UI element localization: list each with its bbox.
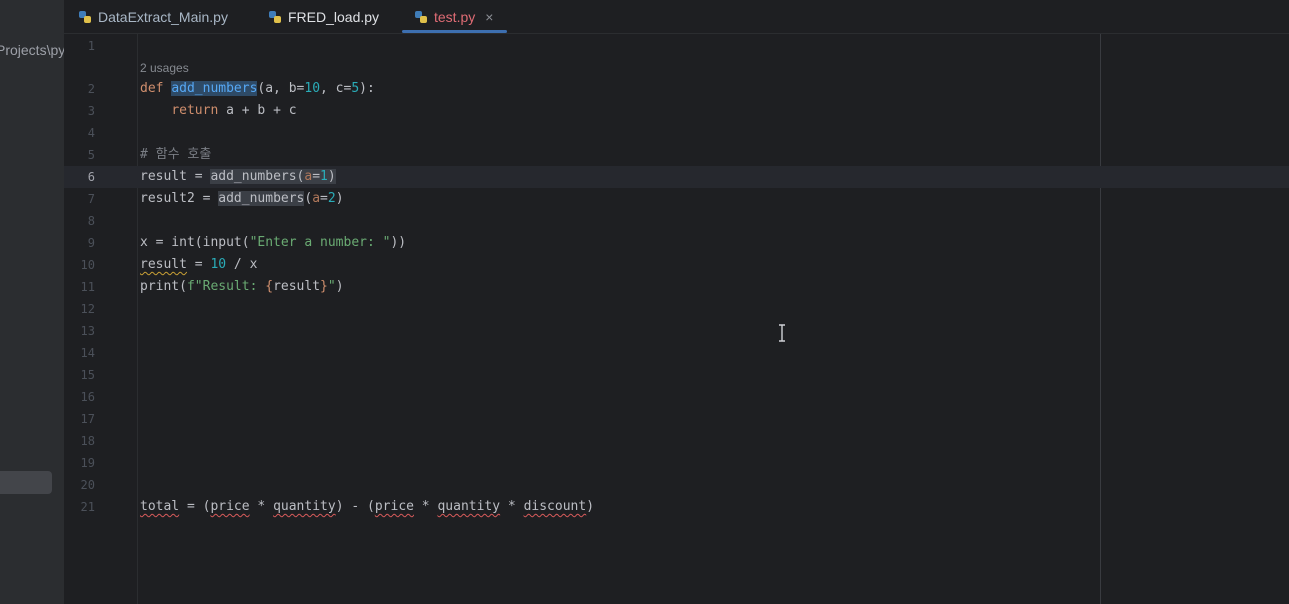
code-line[interactable]: 2 def add_numbers(a, b=10, c=5): <box>64 78 1289 100</box>
code-line[interactable]: 7 result2 = add_numbers(a=2) <box>64 188 1289 210</box>
line-number: 3 <box>87 104 95 118</box>
python-file-icon <box>415 10 427 23</box>
line-number: 6 <box>87 170 95 184</box>
line-number: 20 <box>80 478 95 492</box>
text-cursor-icon <box>779 324 785 342</box>
code-line[interactable]: 12 <box>64 298 1289 320</box>
code-line[interactable]: 15 <box>64 364 1289 386</box>
line-number: 19 <box>80 456 95 470</box>
line-number: 18 <box>80 434 95 448</box>
python-file-icon <box>269 10 281 23</box>
line-number: 17 <box>80 412 95 426</box>
usages-hint[interactable]: 2 usages <box>140 61 189 75</box>
line-number: 1 <box>87 39 95 53</box>
editor-tab-bar: DataExtract_Main.py FRED_load.py test.py… <box>64 0 1289 34</box>
python-file-icon <box>79 10 91 23</box>
code-line[interactable]: 10 result = 10 / x <box>64 254 1289 276</box>
line-number: 9 <box>87 236 95 250</box>
tab-fred-load[interactable]: FRED_load.py <box>268 0 379 33</box>
code-line[interactable]: 4 <box>64 122 1289 144</box>
tab-label: DataExtract_Main.py <box>98 8 228 25</box>
line-number: 16 <box>80 390 95 404</box>
code-comment: # 함수 호출 <box>140 147 212 162</box>
tab-label: FRED_load.py <box>288 8 380 25</box>
code-line[interactable]: 11 print(f"Result: {result}") <box>64 276 1289 298</box>
code-line[interactable]: 19 <box>64 452 1289 474</box>
code-line[interactable]: 1 <box>64 35 1289 57</box>
code-line[interactable]: 9 x = int(input("Enter a number: ")) <box>64 232 1289 254</box>
code-line[interactable]: 18 <box>64 430 1289 452</box>
tab-dataextract-main[interactable]: DataExtract_Main.py <box>78 0 228 33</box>
line-number: 13 <box>80 324 95 338</box>
code-line[interactable]: 5 # 함수 호출 <box>64 144 1289 166</box>
code-line-current[interactable]: 6 result = add_numbers(a=1) <box>64 166 1289 188</box>
function-call: add_numbers <box>210 169 297 184</box>
line-number: 2 <box>87 82 95 96</box>
code-line[interactable]: 13 <box>64 320 1289 342</box>
sidebar-selected-item[interactable] <box>0 471 52 494</box>
line-number: 5 <box>87 148 95 162</box>
tab-test-py[interactable]: test.py × <box>401 0 508 33</box>
line-number: 12 <box>80 302 95 316</box>
code-line[interactable]: 8 <box>64 210 1289 232</box>
line-number: 15 <box>80 368 95 382</box>
line-number: 4 <box>87 126 95 140</box>
line-number: 14 <box>80 346 95 360</box>
project-path: Projects\py <box>0 42 64 58</box>
line-number: 8 <box>87 214 95 228</box>
code-line[interactable]: 16 <box>64 386 1289 408</box>
close-tab-icon[interactable]: × <box>485 9 493 25</box>
line-number: 21 <box>80 500 95 514</box>
line-number: 10 <box>80 258 95 272</box>
function-name: add_numbers <box>171 81 258 96</box>
function-call: add_numbers <box>218 191 305 206</box>
code-line[interactable]: 21 total = (price * quantity) - (price *… <box>64 496 1289 518</box>
code-line[interactable]: 3 return a + b + c <box>64 100 1289 122</box>
tab-label: test.py <box>434 8 476 25</box>
line-number: 7 <box>87 192 95 206</box>
line-number: 11 <box>80 280 95 294</box>
code-line[interactable]: 17 <box>64 408 1289 430</box>
project-sidebar: Projects\py <box>0 0 64 604</box>
code-line[interactable]: 20 <box>64 474 1289 496</box>
code-line[interactable]: 14 <box>64 342 1289 364</box>
